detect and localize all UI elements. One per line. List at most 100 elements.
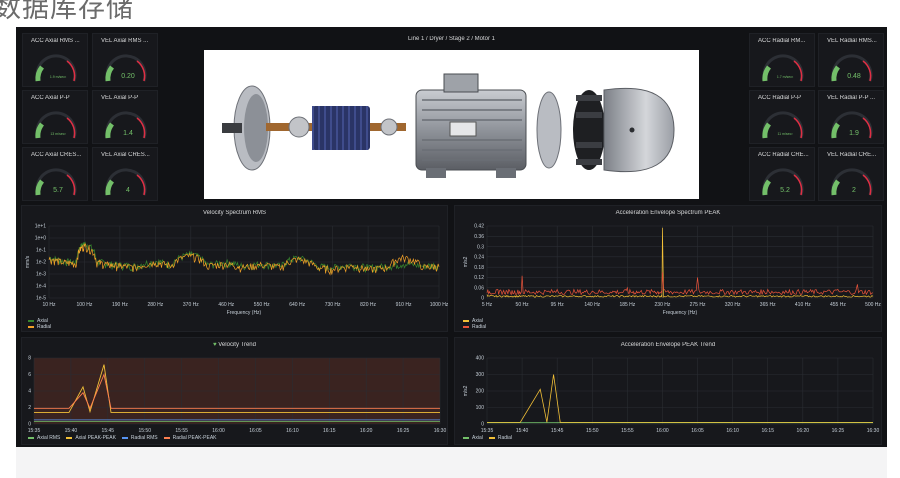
gauge-dial: 0.20 <box>105 54 147 82</box>
legend-label-radial[interactable]: Radial <box>37 324 51 330</box>
gauge-dial: 1.4 <box>105 111 147 139</box>
y-tick-label: 6 <box>28 372 31 378</box>
gauge-panel: VEL Axial RMS ... 0.20 <box>92 33 158 87</box>
x-tick-label: 15:55 <box>175 428 188 434</box>
x-tick-label: 910 Hz <box>396 302 412 308</box>
x-tick-label: 275 Hz <box>690 302 706 308</box>
y-tick-label: 1e+0 <box>35 236 46 242</box>
x-tick-label: 10 Hz <box>42 302 56 308</box>
x-tick-label: 500 Hz <box>865 302 881 308</box>
gauge-fill <box>831 65 841 82</box>
gauge-panel: VEL Radial P-P ... 1.9 <box>818 90 884 144</box>
x-tick-label: 95 Hz <box>551 302 565 308</box>
gauge-dial: 1.7 m/sec² <box>762 54 804 82</box>
gauge-panel: ACC Radial CRE... 5.2 <box>749 147 815 201</box>
gauge-title: VEL Radial CRE... <box>827 152 877 158</box>
motor-exploded-image <box>204 50 699 199</box>
x-tick-label: 15:35 <box>481 428 494 434</box>
x-tick-label: 16:05 <box>249 428 262 434</box>
y-tick-label: 2 <box>28 405 31 411</box>
velocity-spectrum-legend: Axial Radial <box>28 318 51 330</box>
gauge-panel: ACC Radial P-P 11 m/sec² <box>749 90 815 144</box>
gauge-dial: 0.48 <box>831 54 873 82</box>
page-title: 数据库存储 <box>0 0 134 24</box>
gauge-dial: 5.7 <box>35 168 77 196</box>
x-tick-label: 15:40 <box>516 428 529 434</box>
gauge-value: 5.2 <box>780 187 790 194</box>
gauge-panel: VEL Axial CRES... 4 <box>92 147 158 201</box>
legend-item-axial[interactable]: Axial <box>463 435 483 441</box>
gauge-panel: ACC Axial P-P 13 m/sec² <box>22 90 88 144</box>
x-tick-label: 16:00 <box>212 428 225 434</box>
x-tick-label: 100 Hz <box>77 302 93 308</box>
x-tick-label: 15:40 <box>65 428 78 434</box>
x-tick-label: 16:30 <box>867 428 880 434</box>
x-tick-label: 730 Hz <box>325 302 341 308</box>
gauge-title: VEL Radial RMS... <box>827 38 877 44</box>
y-tick-label: 1e+1 <box>35 224 46 230</box>
accel-trend-chart: 400 300 200 100 015:35 15:40 15:45 15:50 15:55 16… <box>463 356 880 434</box>
y-tick-label: 1e-1 <box>36 248 46 254</box>
gauge-dial: 1.9 <box>831 111 873 139</box>
accel-trend-legend: Axial Radial <box>463 435 512 441</box>
velocity-trend-legend: Axial RMS Axial PEAK-PEAK Radial RMS Rad… <box>28 435 217 441</box>
y-axis-label: m/s2 <box>463 385 469 396</box>
y-tick-label: 1e-5 <box>36 296 46 302</box>
velocity-trend-panel: ♥ Velocity Trend 8 6 4 2 0 15:35 15:40 15:45 15:… <box>21 337 448 445</box>
gauge-title: ACC Radial P-P <box>758 95 802 101</box>
x-tick-label: 16:00 <box>656 428 669 434</box>
legend-item-radial-pp[interactable]: Radial PEAK-PEAK <box>163 435 217 441</box>
chart-axes: 0.42 0.36 0.3 0.24 0.18 0.12 0.06 05 Hz 50 Hz 95 … <box>463 224 881 316</box>
x-tick-label: 230 Hz <box>655 302 671 308</box>
legend-swatch-radial <box>28 325 34 328</box>
legend-item-radial[interactable]: Radial <box>488 435 512 441</box>
x-tick-label: 15:45 <box>102 428 115 434</box>
gauge-fill <box>831 122 841 139</box>
legend-swatch-axial <box>463 319 469 322</box>
gauge-panel: ACC Axial CRES... 5.7 <box>22 147 88 201</box>
legend-label-radial[interactable]: Radial <box>472 324 486 330</box>
x-tick-label: 190 Hz <box>112 302 128 308</box>
x-tick-label: 16:10 <box>726 428 739 434</box>
gauge-value: 11 m/sec² <box>777 132 793 136</box>
gauge-dial: 4 <box>105 168 147 196</box>
y-tick-label: 0 <box>481 296 484 302</box>
gauge-dial: 13 m/sec² <box>35 111 77 139</box>
y-tick-label: 1e-2 <box>36 260 46 266</box>
series-line-axial <box>486 227 874 298</box>
x-tick-label: 320 Hz <box>725 302 741 308</box>
gauge-fill <box>831 179 841 196</box>
gauge-value: 1.9 m/sec² <box>50 75 67 79</box>
gauge-title: VEL Axial P-P <box>101 95 139 101</box>
gauge-dial: 1.9 m/sec² <box>35 54 77 82</box>
chart-axes: 1e+1 1e+0 1e-1 1e-2 1e-3 1e-4 1e-510 Hz 100 Hz 1… <box>25 224 449 316</box>
y-tick-label: 0.36 <box>474 234 484 240</box>
x-tick-label: 550 Hz <box>254 302 270 308</box>
x-tick-label: 640 Hz <box>289 302 305 308</box>
gauge-fill <box>35 122 45 139</box>
legend-item-axial-pp[interactable]: Axial PEAK-PEAK <box>66 435 116 441</box>
legend-swatch-radial <box>463 325 469 328</box>
y-tick-label: 0.18 <box>474 265 484 271</box>
x-tick-label: 820 Hz <box>360 302 376 308</box>
gauge-title: ACC Radial CRE... <box>758 152 809 158</box>
legend-item-axial-rms[interactable]: Axial RMS <box>28 435 60 441</box>
gauge-fill <box>105 122 115 139</box>
x-tick-label: 15:50 <box>586 428 599 434</box>
legend-item-radial-rms[interactable]: Radial RMS <box>121 435 158 441</box>
gauge-fill <box>35 65 45 82</box>
gauge-panel: VEL Axial P-P 1.4 <box>92 90 158 144</box>
gauge-panel: VEL Radial RMS... 0.48 <box>818 33 884 87</box>
y-axis-label: mm/s <box>25 255 31 268</box>
gauge-value: 1.9 <box>849 130 859 137</box>
y-tick-label: 200 <box>476 389 485 395</box>
x-tick-label: 15:55 <box>621 428 634 434</box>
x-tick-label: 15:45 <box>551 428 564 434</box>
gauge-dial: 2 <box>831 168 873 196</box>
x-tick-label: 15:50 <box>138 428 151 434</box>
gauge-value: 1.7 m/sec² <box>777 75 794 79</box>
velocity-trend-chart: 8 6 4 2 015:35 15:40 15:45 15:50 15:55 16:00 16:05… <box>28 356 447 434</box>
y-tick-label: 100 <box>476 405 485 411</box>
gauge-value: 1.4 <box>123 130 133 137</box>
gauge-title: VEL Radial P-P ... <box>827 95 876 101</box>
